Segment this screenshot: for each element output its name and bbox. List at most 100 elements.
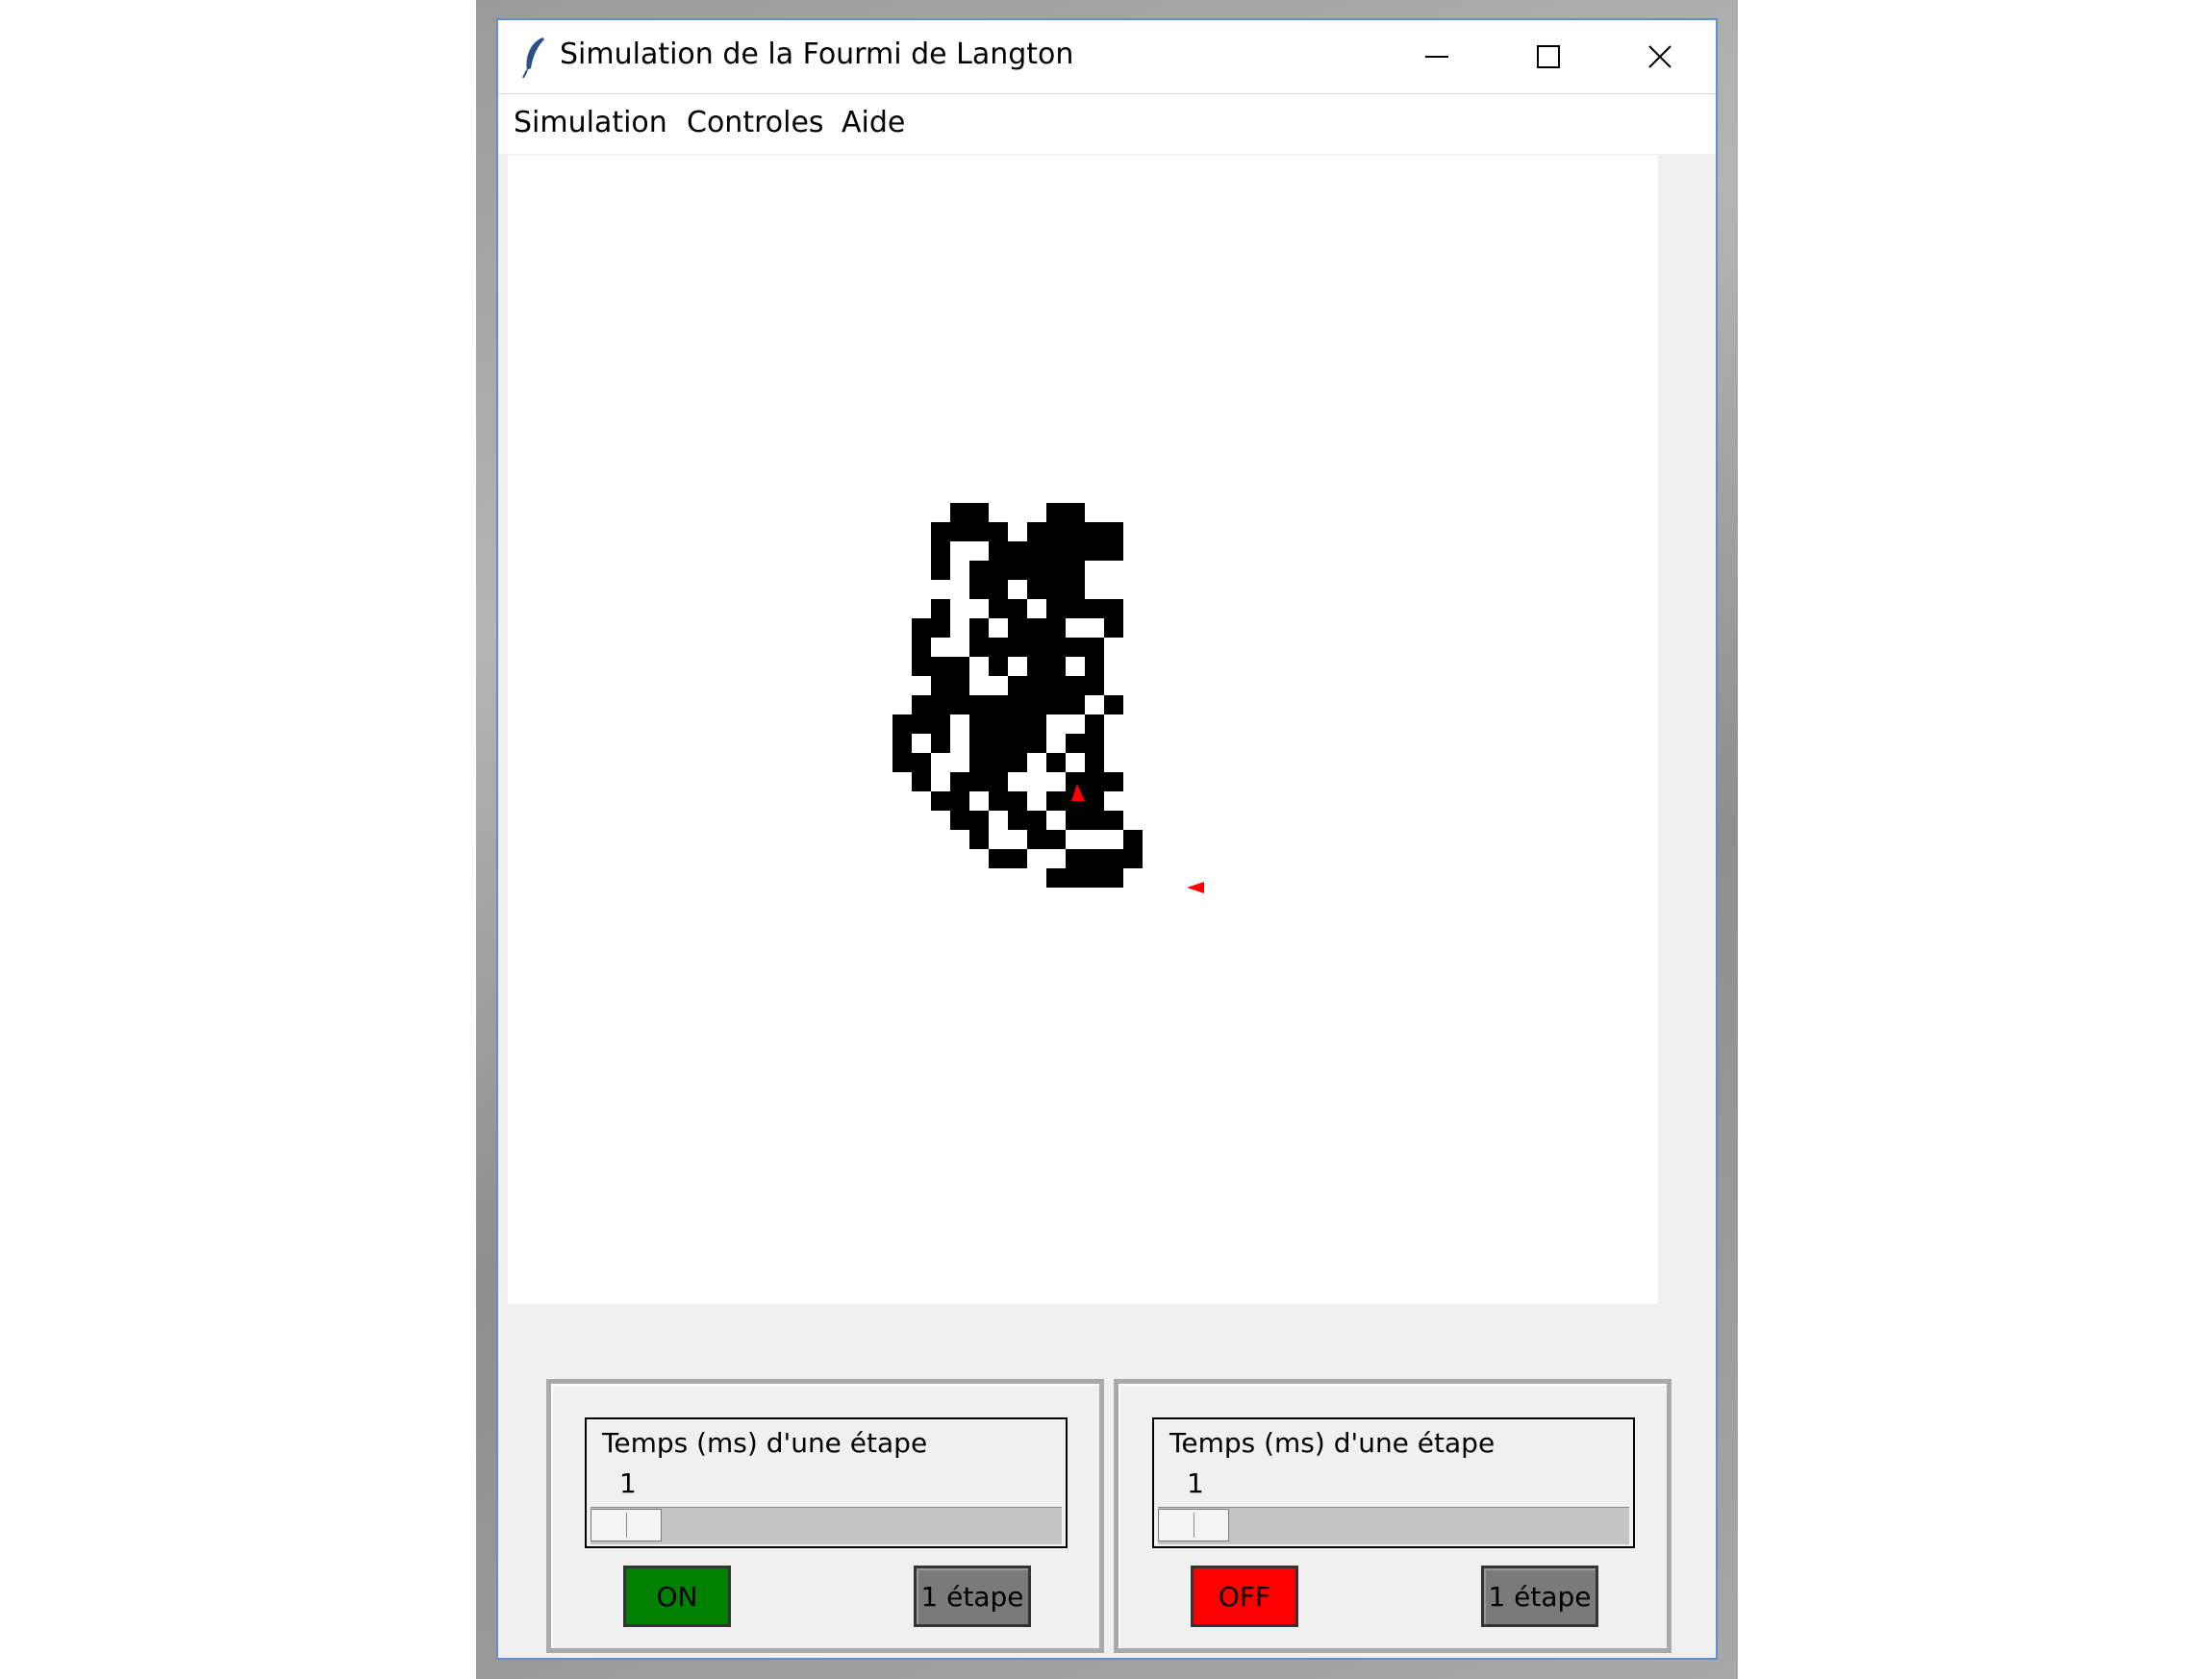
black-cell — [969, 695, 989, 714]
black-cell — [912, 657, 931, 676]
toggle-on-button[interactable]: ON — [623, 1566, 731, 1627]
simulation-canvas[interactable] — [508, 155, 1658, 1304]
black-cell — [1066, 695, 1085, 714]
black-cell — [989, 522, 1008, 541]
black-cell — [1085, 657, 1104, 676]
black-cell — [892, 714, 912, 734]
black-cell — [969, 811, 989, 830]
black-cell — [989, 772, 1008, 791]
title-bar[interactable]: Simulation de la Fourmi de Langton — [498, 20, 1716, 94]
black-cell — [989, 657, 1008, 676]
speed-scale: Temps (ms) d'une étape 1 — [1152, 1417, 1635, 1548]
speed-slider-handle[interactable] — [1158, 1509, 1229, 1541]
black-cell — [892, 753, 912, 772]
black-cell — [969, 830, 989, 849]
black-cell — [950, 772, 969, 791]
black-cell — [969, 503, 989, 522]
menu-aide[interactable]: Aide — [842, 106, 905, 139]
black-cell — [912, 695, 931, 714]
black-cell — [989, 714, 1008, 734]
black-cell — [1027, 734, 1046, 753]
minimize-button[interactable] — [1381, 20, 1493, 93]
speed-label: Temps (ms) d'une étape — [602, 1427, 928, 1459]
black-cell — [1085, 811, 1104, 830]
black-cell — [1008, 849, 1027, 868]
step-button[interactable]: 1 étape — [914, 1566, 1031, 1627]
black-cell — [1046, 599, 1066, 618]
window-title: Simulation de la Fourmi de Langton — [560, 38, 1074, 71]
black-cell — [969, 772, 989, 791]
black-cell — [1046, 503, 1066, 522]
black-cell — [931, 599, 950, 618]
speed-label: Temps (ms) d'une étape — [1169, 1427, 1496, 1459]
black-cell — [1085, 868, 1104, 888]
speed-scale: Temps (ms) d'une étape 1 — [585, 1417, 1068, 1548]
speed-slider-handle[interactable] — [591, 1509, 662, 1541]
black-cell — [950, 657, 969, 676]
menu-controles[interactable]: Controles — [687, 106, 824, 139]
black-cell — [1046, 830, 1066, 849]
black-cell — [1085, 734, 1104, 753]
black-cell — [989, 753, 1008, 772]
black-cell — [1104, 541, 1123, 561]
close-button[interactable] — [1604, 20, 1716, 93]
black-cell — [912, 753, 931, 772]
speed-slider-trough[interactable] — [1158, 1507, 1629, 1544]
black-cell — [1066, 522, 1085, 541]
black-cell — [1066, 503, 1085, 522]
black-cell — [1008, 791, 1027, 811]
black-cell — [931, 676, 950, 695]
black-cell — [1085, 522, 1104, 541]
black-cell — [1027, 714, 1046, 734]
black-cell — [1027, 618, 1046, 638]
black-cell — [1046, 753, 1066, 772]
black-cell — [1027, 541, 1046, 561]
ant-control-panel-2: Temps (ms) d'une étape 1 OFF 1 étape — [1114, 1379, 1672, 1653]
black-cell — [1104, 599, 1123, 618]
black-cell — [989, 580, 1008, 599]
black-cell — [950, 522, 969, 541]
black-cell — [1046, 541, 1066, 561]
maximize-button[interactable] — [1493, 20, 1604, 93]
toggle-off-button[interactable]: OFF — [1191, 1566, 1298, 1627]
black-cell — [931, 618, 950, 638]
black-cell — [931, 541, 950, 561]
black-cell — [1027, 830, 1046, 849]
black-cell — [1123, 849, 1143, 868]
ant-grid — [892, 503, 1204, 893]
black-cell — [969, 618, 989, 638]
black-cell — [1066, 811, 1085, 830]
black-cell — [1066, 676, 1085, 695]
black-cell — [1046, 638, 1066, 657]
black-cell — [1104, 618, 1123, 638]
black-cell — [931, 734, 950, 753]
black-cell — [1104, 868, 1123, 888]
black-cell — [1008, 541, 1027, 561]
black-cell — [1104, 811, 1123, 830]
black-cell — [1066, 561, 1085, 580]
black-cell — [1008, 599, 1027, 618]
black-cell — [1008, 753, 1027, 772]
black-cell — [1066, 734, 1085, 753]
black-cell — [1027, 561, 1046, 580]
black-cell — [969, 734, 989, 753]
black-cell — [1008, 618, 1027, 638]
black-cell — [1046, 868, 1066, 888]
black-cell — [969, 580, 989, 599]
black-cell — [969, 638, 989, 657]
black-cell — [1085, 849, 1104, 868]
menu-simulation[interactable]: Simulation — [514, 106, 667, 139]
black-cell — [912, 618, 931, 638]
black-cell — [969, 522, 989, 541]
black-cell — [1046, 676, 1066, 695]
black-cell — [931, 522, 950, 541]
ant-marker — [1187, 882, 1204, 893]
black-cell — [1046, 580, 1066, 599]
black-cell — [1027, 657, 1046, 676]
black-cell — [912, 772, 931, 791]
step-button[interactable]: 1 étape — [1481, 1566, 1598, 1627]
black-cell — [1066, 541, 1085, 561]
speed-value: 1 — [619, 1467, 637, 1499]
speed-slider-trough[interactable] — [591, 1507, 1062, 1544]
black-cell — [989, 561, 1008, 580]
